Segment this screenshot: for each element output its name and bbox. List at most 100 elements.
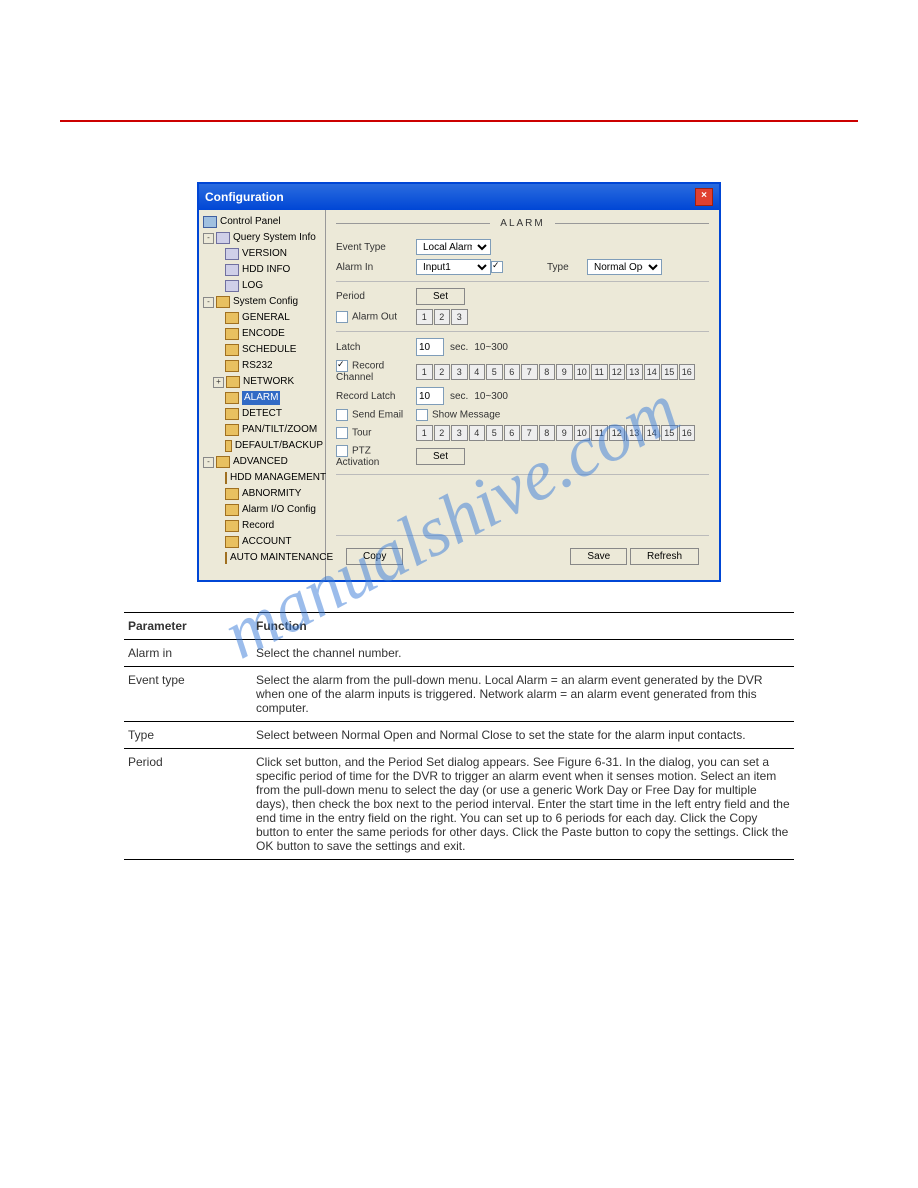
save-button[interactable]: Save: [570, 548, 627, 565]
channel-9[interactable]: 9: [556, 364, 573, 380]
channel-9[interactable]: 9: [556, 425, 573, 441]
channel-3[interactable]: 3: [451, 425, 468, 441]
record-latch-range: 10~300: [474, 391, 508, 402]
channel-3[interactable]: 3: [451, 364, 468, 380]
alarm-out-label: Alarm Out: [336, 311, 416, 323]
channel-2[interactable]: 2: [434, 364, 451, 380]
tree-query-system[interactable]: -Query System Info: [201, 230, 323, 246]
channel-15[interactable]: 15: [661, 425, 678, 441]
alarm-in-select[interactable]: Input1: [416, 259, 491, 275]
channel-8[interactable]: 8: [539, 425, 556, 441]
channel-16[interactable]: 16: [679, 364, 696, 380]
record-channel-checkbox[interactable]: [336, 360, 348, 372]
channel-6[interactable]: 6: [504, 425, 521, 441]
tree-network[interactable]: +NETWORK: [201, 374, 323, 390]
type-select[interactable]: Normal Open: [587, 259, 662, 275]
tree-automaint[interactable]: AUTO MAINTENANCE: [201, 550, 323, 566]
table-row: Event typeSelect the alarm from the pull…: [124, 667, 794, 722]
event-type-label: Event Type: [336, 242, 416, 253]
tree-abnormity[interactable]: ABNORMITY: [201, 486, 323, 502]
tree-log[interactable]: LOG: [201, 278, 323, 294]
latch-label: Latch: [336, 342, 416, 353]
alarm-in-checkbox[interactable]: [491, 261, 503, 273]
send-email-checkbox[interactable]: [336, 409, 348, 421]
tree-encode[interactable]: ENCODE: [201, 326, 323, 342]
tree-control-panel[interactable]: Control Panel: [201, 214, 323, 230]
tree-alarm[interactable]: ALARM: [201, 390, 323, 406]
titlebar: Configuration ×: [199, 184, 719, 210]
latch-range: 10~300: [474, 342, 508, 353]
record-latch-input[interactable]: [416, 387, 444, 405]
channel-2[interactable]: 2: [434, 425, 451, 441]
panel-header: ALARM: [490, 218, 554, 229]
channel-16[interactable]: 16: [679, 425, 696, 441]
close-icon[interactable]: ×: [695, 188, 713, 206]
tree-record[interactable]: Record: [201, 518, 323, 534]
channel-1[interactable]: 1: [416, 364, 433, 380]
config-window: Configuration × Control Panel -Query Sys…: [197, 182, 721, 582]
tour-checkbox[interactable]: [336, 427, 348, 439]
th-function: Function: [252, 613, 794, 640]
channel-13[interactable]: 13: [626, 364, 643, 380]
tree-detect[interactable]: DETECT: [201, 406, 323, 422]
main-panel: ALARM Event Type Local Alarm Alarm In In…: [326, 210, 719, 580]
tree-hdd-mgmt[interactable]: HDD MANAGEMENT: [201, 470, 323, 486]
channel-4[interactable]: 4: [469, 425, 486, 441]
tree-advanced[interactable]: -ADVANCED: [201, 454, 323, 470]
channel-1[interactable]: 1: [416, 425, 433, 441]
ptz-activation-label: PTZ Activation: [336, 445, 416, 468]
ptz-set-button[interactable]: Set: [416, 448, 465, 465]
alarm-out-2[interactable]: 2: [434, 309, 451, 325]
channel-11[interactable]: 11: [591, 364, 608, 380]
tree-schedule[interactable]: SCHEDULE: [201, 342, 323, 358]
channel-14[interactable]: 14: [644, 364, 661, 380]
refresh-button[interactable]: Refresh: [630, 548, 699, 565]
show-message-checkbox[interactable]: [416, 409, 428, 421]
alarm-in-label: Alarm In: [336, 262, 416, 273]
channel-10[interactable]: 10: [574, 425, 591, 441]
param-table: Parameter Function Alarm inSelect the ch…: [124, 612, 794, 860]
window-title: Configuration: [205, 190, 284, 204]
tree-ptz[interactable]: PAN/TILT/ZOOM: [201, 422, 323, 438]
channel-14[interactable]: 14: [644, 425, 661, 441]
channel-7[interactable]: 7: [521, 425, 538, 441]
tree-version[interactable]: VERSION: [201, 246, 323, 262]
table-row: TypeSelect between Normal Open and Norma…: [124, 722, 794, 749]
channel-4[interactable]: 4: [469, 364, 486, 380]
alarm-out-1[interactable]: 1: [416, 309, 433, 325]
channel-15[interactable]: 15: [661, 364, 678, 380]
tree-rs232[interactable]: RS232: [201, 358, 323, 374]
tree-general[interactable]: GENERAL: [201, 310, 323, 326]
channel-7[interactable]: 7: [521, 364, 538, 380]
channel-5[interactable]: 5: [486, 425, 503, 441]
tour-channels: 12345678910111213141516: [416, 425, 695, 441]
channel-12[interactable]: 12: [609, 425, 626, 441]
period-set-button[interactable]: Set: [416, 288, 465, 305]
alarm-out-3[interactable]: 3: [451, 309, 468, 325]
tree-default[interactable]: DEFAULT/BACKUP: [201, 438, 323, 454]
channel-10[interactable]: 10: [574, 364, 591, 380]
send-email-label: Send Email: [336, 409, 416, 421]
alarm-out-channels: 1 2 3: [416, 309, 468, 325]
tree-system-config[interactable]: -System Config: [201, 294, 323, 310]
th-parameter: Parameter: [124, 613, 252, 640]
record-channels: 12345678910111213141516: [416, 364, 695, 380]
latch-input[interactable]: [416, 338, 444, 356]
event-type-select[interactable]: Local Alarm: [416, 239, 491, 255]
tree-hddinfo[interactable]: HDD INFO: [201, 262, 323, 278]
channel-8[interactable]: 8: [539, 364, 556, 380]
tree-alarmio[interactable]: Alarm I/O Config: [201, 502, 323, 518]
show-message-label: Show Message: [416, 409, 500, 421]
channel-11[interactable]: 11: [591, 425, 608, 441]
ptz-activation-checkbox[interactable]: [336, 445, 348, 457]
channel-5[interactable]: 5: [486, 364, 503, 380]
alarm-out-checkbox[interactable]: [336, 311, 348, 323]
channel-6[interactable]: 6: [504, 364, 521, 380]
channel-12[interactable]: 12: [609, 364, 626, 380]
type-label: Type: [547, 262, 587, 273]
tree-account[interactable]: ACCOUNT: [201, 534, 323, 550]
record-channel-label: Record Channel: [336, 360, 416, 383]
channel-13[interactable]: 13: [626, 425, 643, 441]
record-latch-label: Record Latch: [336, 391, 416, 402]
copy-button[interactable]: Copy: [346, 548, 403, 565]
